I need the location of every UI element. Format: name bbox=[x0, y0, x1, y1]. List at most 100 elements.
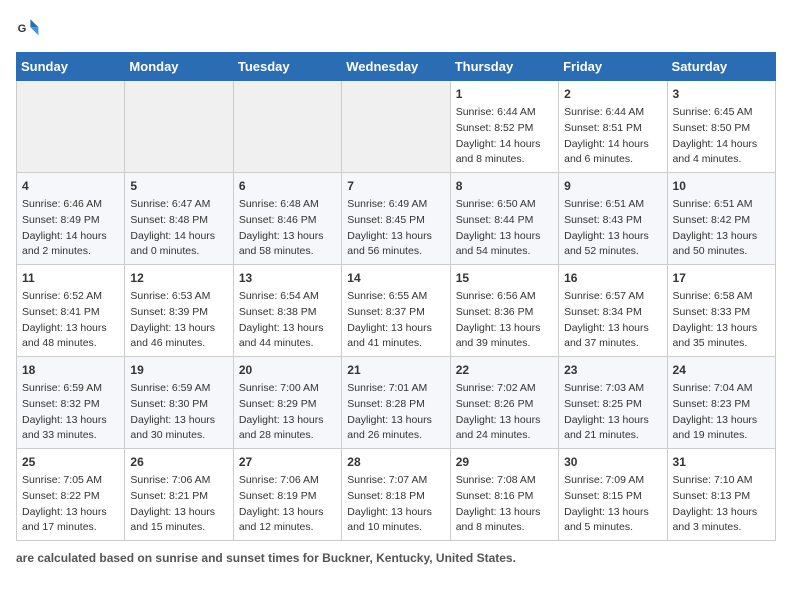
day-number: 9 bbox=[564, 177, 661, 195]
calendar-cell: 31Sunrise: 7:10 AMSunset: 8:13 PMDayligh… bbox=[667, 449, 775, 541]
day-info: Sunset: 8:30 PM bbox=[130, 397, 227, 413]
calendar-cell: 30Sunrise: 7:09 AMSunset: 8:15 PMDayligh… bbox=[559, 449, 667, 541]
day-info: Daylight: 13 hours and 15 minutes. bbox=[130, 505, 227, 537]
calendar-week-row: 25Sunrise: 7:05 AMSunset: 8:22 PMDayligh… bbox=[17, 449, 776, 541]
calendar-cell: 8Sunrise: 6:50 AMSunset: 8:44 PMDaylight… bbox=[450, 173, 558, 265]
day-info: Sunrise: 6:51 AM bbox=[673, 197, 770, 213]
day-info: Daylight: 13 hours and 54 minutes. bbox=[456, 229, 553, 261]
day-info: Sunrise: 7:04 AM bbox=[673, 381, 770, 397]
day-info: Sunset: 8:15 PM bbox=[564, 489, 661, 505]
day-info: Sunrise: 6:51 AM bbox=[564, 197, 661, 213]
day-info: Sunset: 8:49 PM bbox=[22, 213, 119, 229]
calendar-cell bbox=[125, 81, 233, 173]
day-info: Sunrise: 6:50 AM bbox=[456, 197, 553, 213]
day-info: Sunset: 8:52 PM bbox=[456, 121, 553, 137]
day-info: Sunset: 8:39 PM bbox=[130, 305, 227, 321]
day-number: 29 bbox=[456, 453, 553, 471]
day-info: Sunset: 8:18 PM bbox=[347, 489, 444, 505]
calendar-table: SundayMondayTuesdayWednesdayThursdayFrid… bbox=[16, 52, 776, 541]
day-info: Daylight: 13 hours and 52 minutes. bbox=[564, 229, 661, 261]
day-info: Sunrise: 7:00 AM bbox=[239, 381, 336, 397]
day-info: Sunset: 8:41 PM bbox=[22, 305, 119, 321]
day-number: 3 bbox=[673, 85, 770, 103]
day-info: Daylight: 14 hours and 8 minutes. bbox=[456, 137, 553, 169]
day-number: 1 bbox=[456, 85, 553, 103]
calendar-cell: 27Sunrise: 7:06 AMSunset: 8:19 PMDayligh… bbox=[233, 449, 341, 541]
day-info: Daylight: 13 hours and 41 minutes. bbox=[347, 321, 444, 353]
calendar-cell: 19Sunrise: 6:59 AMSunset: 8:30 PMDayligh… bbox=[125, 357, 233, 449]
day-info: Daylight: 13 hours and 19 minutes. bbox=[673, 413, 770, 445]
day-info: Sunrise: 7:06 AM bbox=[239, 473, 336, 489]
calendar-cell: 23Sunrise: 7:03 AMSunset: 8:25 PMDayligh… bbox=[559, 357, 667, 449]
day-number: 2 bbox=[564, 85, 661, 103]
day-info: Sunset: 8:45 PM bbox=[347, 213, 444, 229]
column-header-thursday: Thursday bbox=[450, 53, 558, 81]
day-info: Sunrise: 6:48 AM bbox=[239, 197, 336, 213]
calendar-cell: 1 Sunrise: 6:44 AMSunset: 8:52 PMDaylight… bbox=[450, 81, 558, 173]
day-info: Sunrise: 6:47 AM bbox=[130, 197, 227, 213]
day-number: 23 bbox=[564, 361, 661, 379]
calendar-cell: 12Sunrise: 6:53 AMSunset: 8:39 PMDayligh… bbox=[125, 265, 233, 357]
calendar-cell: 11Sunrise: 6:52 AMSunset: 8:41 PMDayligh… bbox=[17, 265, 125, 357]
day-info: Daylight: 13 hours and 35 minutes. bbox=[673, 321, 770, 353]
day-info: Sunset: 8:37 PM bbox=[347, 305, 444, 321]
day-info: Sunrise: 6:59 AM bbox=[22, 381, 119, 397]
day-number: 13 bbox=[239, 269, 336, 287]
calendar-cell: 24Sunrise: 7:04 AMSunset: 8:23 PMDayligh… bbox=[667, 357, 775, 449]
day-info: Daylight: 13 hours and 30 minutes. bbox=[130, 413, 227, 445]
day-info: Sunrise: 6:57 AM bbox=[564, 289, 661, 305]
day-info: Sunset: 8:16 PM bbox=[456, 489, 553, 505]
column-header-monday: Monday bbox=[125, 53, 233, 81]
day-number: 6 bbox=[239, 177, 336, 195]
calendar-week-row: 4Sunrise: 6:46 AMSunset: 8:49 PMDaylight… bbox=[17, 173, 776, 265]
footer-legend: are calculated based on sunrise and suns… bbox=[16, 551, 776, 565]
day-info: Daylight: 13 hours and 33 minutes. bbox=[22, 413, 119, 445]
day-info: Sunrise: 6:59 AM bbox=[130, 381, 227, 397]
day-number: 5 bbox=[130, 177, 227, 195]
calendar-cell: 13Sunrise: 6:54 AMSunset: 8:38 PMDayligh… bbox=[233, 265, 341, 357]
column-header-friday: Friday bbox=[559, 53, 667, 81]
calendar-cell: 9 Sunrise: 6:51 AMSunset: 8:43 PMDaylight… bbox=[559, 173, 667, 265]
calendar-cell: 5Sunrise: 6:47 AMSunset: 8:48 PMDaylight… bbox=[125, 173, 233, 265]
calendar-cell: 16Sunrise: 6:57 AMSunset: 8:34 PMDayligh… bbox=[559, 265, 667, 357]
calendar-header-row: SundayMondayTuesdayWednesdayThursdayFrid… bbox=[17, 53, 776, 81]
day-info: Sunset: 8:21 PM bbox=[130, 489, 227, 505]
column-header-tuesday: Tuesday bbox=[233, 53, 341, 81]
day-info: Sunset: 8:34 PM bbox=[564, 305, 661, 321]
calendar-cell: 29Sunrise: 7:08 AMSunset: 8:16 PMDayligh… bbox=[450, 449, 558, 541]
day-info: Sunrise: 6:44 AM bbox=[456, 105, 553, 121]
day-info: Daylight: 14 hours and 6 minutes. bbox=[564, 137, 661, 169]
day-info: Sunrise: 6:53 AM bbox=[130, 289, 227, 305]
day-info: Sunrise: 7:05 AM bbox=[22, 473, 119, 489]
day-number: 25 bbox=[22, 453, 119, 471]
day-info: Sunrise: 7:03 AM bbox=[564, 381, 661, 397]
header: G bbox=[16, 16, 776, 40]
day-info: Daylight: 13 hours and 17 minutes. bbox=[22, 505, 119, 537]
day-info: Sunrise: 6:45 AM bbox=[673, 105, 770, 121]
day-info: Daylight: 13 hours and 10 minutes. bbox=[347, 505, 444, 537]
day-number: 26 bbox=[130, 453, 227, 471]
day-info: Sunset: 8:22 PM bbox=[22, 489, 119, 505]
day-info: Sunrise: 7:06 AM bbox=[130, 473, 227, 489]
day-number: 4 bbox=[22, 177, 119, 195]
day-number: 8 bbox=[456, 177, 553, 195]
svg-text:G: G bbox=[18, 23, 27, 35]
day-info: Sunrise: 7:09 AM bbox=[564, 473, 661, 489]
day-info: Daylight: 13 hours and 46 minutes. bbox=[130, 321, 227, 353]
day-info: Sunset: 8:43 PM bbox=[564, 213, 661, 229]
day-info: Sunset: 8:33 PM bbox=[673, 305, 770, 321]
calendar-cell: 22Sunrise: 7:02 AMSunset: 8:26 PMDayligh… bbox=[450, 357, 558, 449]
day-info: Sunrise: 6:54 AM bbox=[239, 289, 336, 305]
calendar-cell: 28Sunrise: 7:07 AMSunset: 8:18 PMDayligh… bbox=[342, 449, 450, 541]
day-number: 14 bbox=[347, 269, 444, 287]
day-info: Sunset: 8:28 PM bbox=[347, 397, 444, 413]
day-info: Daylight: 14 hours and 0 minutes. bbox=[130, 229, 227, 261]
calendar-cell: 3Sunrise: 6:45 AMSunset: 8:50 PMDaylight… bbox=[667, 81, 775, 173]
calendar-week-row: 18Sunrise: 6:59 AMSunset: 8:32 PMDayligh… bbox=[17, 357, 776, 449]
calendar-week-row: 11Sunrise: 6:52 AMSunset: 8:41 PMDayligh… bbox=[17, 265, 776, 357]
calendar-cell bbox=[233, 81, 341, 173]
column-header-wednesday: Wednesday bbox=[342, 53, 450, 81]
day-number: 16 bbox=[564, 269, 661, 287]
day-info: Sunset: 8:19 PM bbox=[239, 489, 336, 505]
day-number: 30 bbox=[564, 453, 661, 471]
